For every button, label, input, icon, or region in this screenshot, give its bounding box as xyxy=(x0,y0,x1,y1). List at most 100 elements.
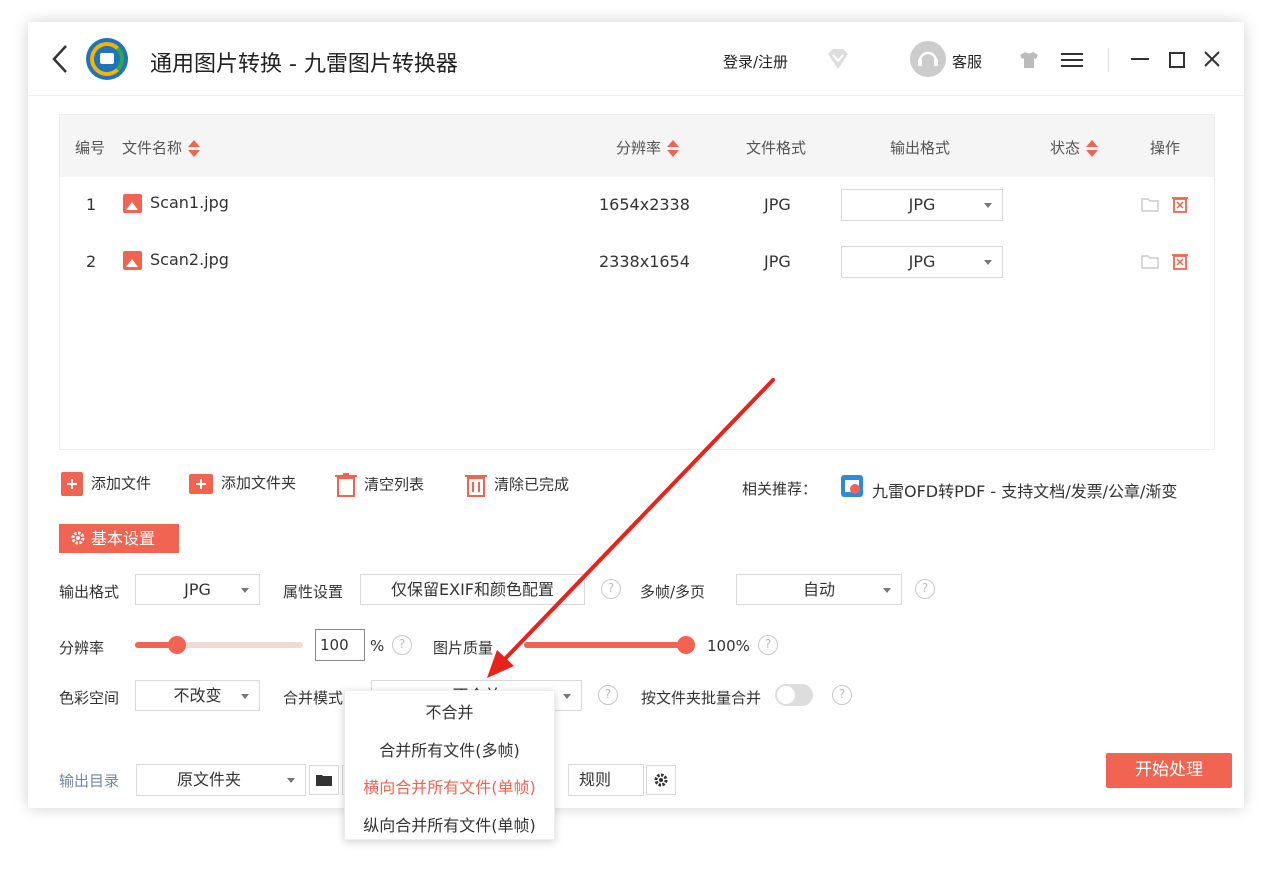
row-resolution: 1654x2338 xyxy=(599,195,690,214)
minimize-icon[interactable] xyxy=(1131,52,1149,66)
basic-settings-tab[interactable]: 基本设置 xyxy=(59,524,179,553)
col-filename[interactable]: 文件名称 xyxy=(122,137,201,158)
sort-icon[interactable] xyxy=(667,139,680,158)
app-logo xyxy=(86,38,128,80)
color-space-select[interactable]: 不改变 xyxy=(135,680,260,711)
delete-icon[interactable] xyxy=(1172,252,1188,270)
row-index: 1 xyxy=(86,195,97,214)
row-output-format-select[interactable]: JPG xyxy=(841,189,1003,221)
output-format-label: 输出格式 xyxy=(59,583,120,601)
close-icon[interactable] xyxy=(1204,51,1220,67)
row-output-format-select[interactable]: JPG xyxy=(841,246,1003,278)
basic-settings-label: 基本设置 xyxy=(91,529,156,548)
col-output-format: 输出格式 xyxy=(890,139,951,157)
merge-option[interactable]: 合并所有文件(多帧) xyxy=(345,737,554,761)
login-register-link[interactable]: 登录/注册 xyxy=(723,51,788,72)
window-title: 通用图片转换 - 九雷图片转换器 xyxy=(150,52,458,77)
resolution-slider-handle[interactable] xyxy=(168,636,186,654)
col-filename-label: 文件名称 xyxy=(122,139,183,157)
row-index: 2 xyxy=(86,252,97,271)
image-file-icon xyxy=(123,194,142,213)
back-arrow-icon[interactable] xyxy=(48,42,74,76)
help-icon[interactable]: ? xyxy=(915,579,935,599)
help-icon[interactable]: ? xyxy=(601,579,621,599)
resolution-unit: % xyxy=(370,637,385,655)
folder-icon xyxy=(316,775,332,786)
col-format: 文件格式 xyxy=(746,139,807,157)
chevron-down-icon xyxy=(984,203,992,208)
multiframe-value: 自动 xyxy=(802,580,835,599)
add-file-button[interactable]: 添加文件 xyxy=(61,472,151,496)
resolution-input[interactable]: 100 xyxy=(315,629,365,661)
quality-value: 100% xyxy=(707,637,750,655)
attr-settings-select[interactable]: 仅保留EXIF和颜色配置 xyxy=(360,574,585,605)
gear-icon xyxy=(654,773,668,787)
ofd-app-icon[interactable] xyxy=(841,475,863,497)
attr-settings-label: 属性设置 xyxy=(283,583,344,601)
open-folder-icon[interactable] xyxy=(1141,253,1159,269)
multiframe-label: 多帧/多页 xyxy=(640,583,706,601)
merge-option[interactable]: 横向合并所有文件(单帧) xyxy=(345,774,554,798)
quality-label: 图片质量 xyxy=(433,639,494,657)
add-file-icon xyxy=(61,472,83,496)
table-header: 编号 文件名称 分辨率 文件格式 输出格式 状态 操作 xyxy=(60,115,1214,177)
title-divider xyxy=(1108,48,1109,72)
sort-icon[interactable] xyxy=(188,139,201,158)
row-resolution: 2338x1654 xyxy=(599,252,690,271)
delete-icon[interactable] xyxy=(1172,195,1188,213)
row-format: JPG xyxy=(764,195,791,214)
customer-service-label[interactable]: 客服 xyxy=(952,51,982,72)
color-space-label: 色彩空间 xyxy=(59,689,120,707)
col-index: 编号 xyxy=(75,139,106,157)
row-filename: Scan2.jpg xyxy=(123,250,229,270)
chevron-down-icon xyxy=(563,693,571,699)
customer-service-icon[interactable] xyxy=(910,41,946,77)
output-format-select[interactable]: JPG xyxy=(135,574,260,605)
quality-slider-handle[interactable] xyxy=(677,636,695,654)
help-icon[interactable]: ? xyxy=(392,635,412,655)
start-button[interactable]: 开始处理 xyxy=(1106,753,1232,788)
multiframe-select[interactable]: 自动 xyxy=(736,574,902,605)
help-icon[interactable]: ? xyxy=(758,635,778,655)
batch-merge-toggle[interactable] xyxy=(775,684,813,706)
row-format: JPG xyxy=(764,252,791,271)
output-dir-value: 原文件夹 xyxy=(177,770,242,789)
help-icon[interactable]: ? xyxy=(598,685,618,705)
row-filename-label: Scan2.jpg xyxy=(150,250,229,269)
app-window: 通用图片转换 - 九雷图片转换器 登录/注册 客服 编号 文件名称 分辨率 文件… xyxy=(28,22,1244,808)
col-resolution[interactable]: 分辨率 xyxy=(616,137,680,158)
add-folder-button[interactable]: 添加文件夹 xyxy=(189,472,296,494)
title-bar: 通用图片转换 - 九雷图片转换器 登录/注册 客服 xyxy=(28,22,1244,96)
chevron-down-icon xyxy=(241,693,249,699)
skin-shirt-icon[interactable] xyxy=(1018,51,1040,69)
col-status[interactable]: 状态 xyxy=(1050,137,1099,158)
table-row[interactable]: 2 Scan2.jpg 2338x1654 JPG JPG xyxy=(60,234,1214,291)
col-resolution-label: 分辨率 xyxy=(616,139,662,157)
recommend-label: 相关推荐： xyxy=(742,480,818,498)
browse-folder-button[interactable] xyxy=(309,765,339,795)
row-filename-label: Scan1.jpg xyxy=(150,193,229,212)
maximize-icon[interactable] xyxy=(1169,52,1185,68)
clear-list-button[interactable]: 清空列表 xyxy=(334,472,424,498)
recommend-link[interactable]: 九雷OFD转PDF - 支持文档/发票/公章/渐变 xyxy=(872,478,1177,502)
table-row[interactable]: 1 Scan1.jpg 1654x2338 JPG JPG xyxy=(60,177,1214,234)
merge-mode-dropdown: 不合并 合并所有文件(多帧) 横向合并所有文件(单帧) 纵向合并所有文件(单帧) xyxy=(344,690,555,840)
vip-diamond-icon[interactable] xyxy=(825,48,851,70)
output-dir-select[interactable]: 原文件夹 xyxy=(136,764,306,796)
merge-option[interactable]: 纵向合并所有文件(单帧) xyxy=(345,812,554,836)
merge-option[interactable]: 不合并 xyxy=(345,699,554,723)
rename-rule-button[interactable]: 规则 xyxy=(568,764,644,796)
merge-mode-label: 合并模式 xyxy=(283,689,344,707)
open-folder-icon[interactable] xyxy=(1141,196,1159,212)
menu-icon[interactable] xyxy=(1061,51,1083,69)
clear-completed-button[interactable]: 清除已完成 xyxy=(464,472,569,498)
add-folder-label: 添加文件夹 xyxy=(221,474,297,492)
col-action: 操作 xyxy=(1150,139,1181,157)
rule-settings-button[interactable] xyxy=(646,765,676,795)
sort-icon[interactable] xyxy=(1086,139,1099,158)
batch-merge-label: 按文件夹批量合并 xyxy=(641,689,762,707)
help-icon[interactable]: ? xyxy=(832,685,852,705)
quality-slider-fill xyxy=(524,642,686,648)
chevron-down-icon xyxy=(883,587,891,593)
chevron-down-icon xyxy=(287,778,295,783)
